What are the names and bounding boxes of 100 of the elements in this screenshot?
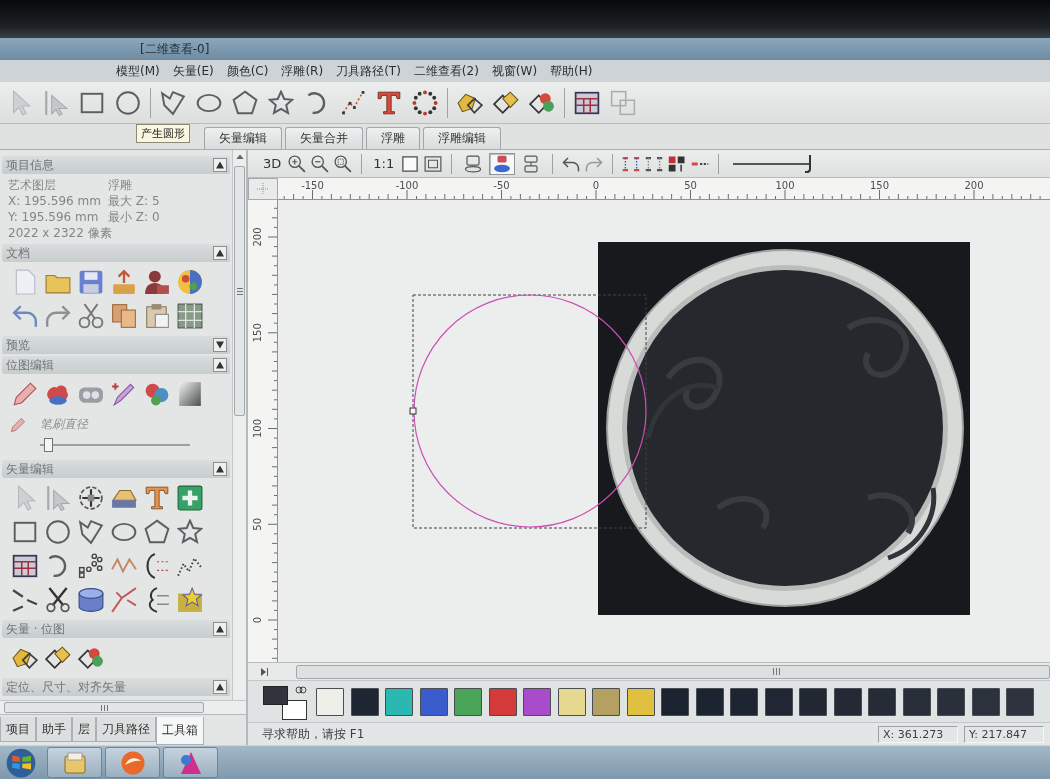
horizontal-scrollbar[interactable]	[248, 662, 1050, 680]
panel-tab[interactable]: 层	[72, 717, 96, 742]
menu-item[interactable]: 刀具路径(T)	[336, 62, 401, 80]
polyline-icon[interactable]	[340, 89, 366, 116]
color-swatch[interactable]	[971, 687, 1000, 716]
shape-mix-icon[interactable]	[77, 645, 104, 671]
selected-circle[interactable]	[412, 294, 647, 529]
node-handle[interactable]	[409, 407, 417, 415]
scroll-arrow-icon[interactable]	[258, 665, 270, 678]
freeform-shape-icon[interactable]	[160, 89, 186, 116]
shape-outline-icon[interactable]	[493, 89, 519, 116]
upload-tray-icon[interactable]	[110, 269, 137, 295]
plus-square-icon[interactable]	[176, 485, 203, 511]
shape-outline-icon[interactable]	[44, 645, 71, 671]
start-orb-icon[interactable]	[6, 747, 36, 778]
panel-tab[interactable]: 助手	[36, 717, 72, 742]
color-swatch[interactable]	[730, 687, 758, 716]
color-swatch[interactable]	[523, 687, 551, 716]
menu-item[interactable]: 模型(M)	[116, 62, 160, 80]
scroll-up-arrow-icon[interactable]	[234, 152, 245, 162]
line-segments-icon[interactable]	[11, 587, 38, 613]
color-swatch[interactable]	[868, 687, 896, 716]
color-swatch[interactable]	[626, 687, 655, 716]
panel-tab[interactable]: 项目	[0, 717, 36, 742]
paste-icon[interactable]	[143, 303, 170, 329]
dotted-circle-icon[interactable]	[412, 89, 438, 116]
tab[interactable]: 矢量合并	[285, 127, 363, 149]
color-wheel-icon[interactable]	[176, 269, 203, 295]
scroll-thumb[interactable]	[4, 702, 204, 713]
collapse-arrow-icon[interactable]	[213, 462, 227, 476]
color-swatch[interactable]	[419, 687, 448, 716]
color-swatch[interactable]	[799, 687, 827, 716]
color-swatch[interactable]	[350, 687, 379, 716]
collapse-arrow-icon[interactable]	[213, 622, 227, 636]
scissors-icon[interactable]	[44, 587, 71, 613]
point-array-icon[interactable]	[77, 553, 104, 579]
swirl-icon[interactable]	[120, 750, 145, 775]
color-swatch[interactable]	[488, 687, 517, 716]
undo-icon[interactable]	[11, 303, 38, 329]
menu-item[interactable]: 浮雕(R)	[281, 62, 324, 80]
overlapping-dots-icon[interactable]	[143, 381, 170, 407]
color-swatch[interactable]	[695, 687, 724, 716]
grid-image-icon[interactable]	[176, 303, 203, 329]
curve-offset-icon[interactable]	[143, 553, 170, 579]
menu-item[interactable]: 矢量(E)	[172, 62, 214, 80]
folder-icon[interactable]	[62, 750, 87, 775]
text-icon[interactable]	[376, 89, 402, 116]
color-swatch[interactable]	[385, 687, 413, 716]
pentagon-icon[interactable]	[143, 519, 170, 545]
node-align-icon[interactable]	[622, 154, 641, 173]
vertical-scrollbar[interactable]	[232, 150, 246, 700]
menu-item[interactable]: 颜色(C)	[226, 62, 269, 80]
text-icon[interactable]	[143, 485, 170, 511]
redo-icon[interactable]	[44, 303, 71, 329]
slider-thumb[interactable]	[44, 438, 54, 452]
3d-view-button[interactable]: 3D	[260, 154, 285, 173]
node-align-icon[interactable]	[645, 154, 664, 173]
zoom-in-icon[interactable]	[288, 154, 307, 173]
gradient-square-icon[interactable]	[176, 381, 203, 407]
color-swatch[interactable]	[557, 687, 586, 716]
person-silhouette-icon[interactable]	[143, 269, 170, 295]
color-swatch[interactable]	[902, 687, 931, 716]
taskbar-button[interactable]	[163, 747, 218, 778]
actual-size-button[interactable]: 1:1	[370, 154, 398, 173]
color-swatch[interactable]	[454, 687, 482, 716]
grid-window-icon[interactable]	[11, 553, 38, 579]
node-pointer-icon[interactable]	[43, 89, 69, 116]
overlapping-circles-icon[interactable]	[295, 683, 307, 696]
collapse-arrow-icon[interactable]	[213, 680, 227, 694]
star-picture-icon[interactable]	[176, 587, 203, 613]
undo-icon[interactable]	[562, 154, 581, 173]
cylinder-icon[interactable]	[77, 587, 104, 613]
color-swatch[interactable]	[316, 687, 344, 716]
tab[interactable]: 矢量编辑	[204, 127, 282, 149]
color-swatch[interactable]	[764, 687, 793, 716]
taskbar-button[interactable]	[105, 747, 160, 778]
copy-icon[interactable]	[110, 303, 137, 329]
background-color-swatch[interactable]	[282, 699, 307, 720]
scroll-thumb[interactable]	[234, 166, 245, 416]
panel-tab[interactable]: 工具箱	[156, 717, 204, 745]
menu-item[interactable]: 帮助(H)	[550, 62, 593, 80]
collapse-arrow-icon[interactable]	[213, 158, 227, 172]
tab[interactable]: 浮雕编辑	[423, 127, 501, 149]
square-icon[interactable]	[401, 154, 420, 173]
horizontal-scrollbar[interactable]	[0, 700, 246, 714]
star-icon[interactable]	[176, 519, 203, 545]
nested-frame-icon[interactable]	[424, 154, 443, 173]
menu-item[interactable]: 二维查看(2)	[413, 62, 479, 80]
block-grid-icon[interactable]	[668, 154, 687, 173]
color-swatch[interactable]	[1006, 687, 1034, 716]
panel-tab[interactable]: 刀具路径	[96, 717, 156, 742]
menu-item[interactable]: 视窗(W)	[491, 62, 538, 80]
zoom-area-icon[interactable]	[334, 154, 353, 173]
color-swatch[interactable]	[661, 687, 689, 716]
node-pointer-icon[interactable]	[44, 485, 71, 511]
color-swatch[interactable]	[937, 687, 965, 716]
crosshair-icon[interactable]	[77, 485, 104, 511]
scroll-thumb[interactable]	[296, 664, 1050, 679]
taskbar-button[interactable]	[47, 747, 102, 778]
rectangle-icon[interactable]	[11, 519, 38, 545]
